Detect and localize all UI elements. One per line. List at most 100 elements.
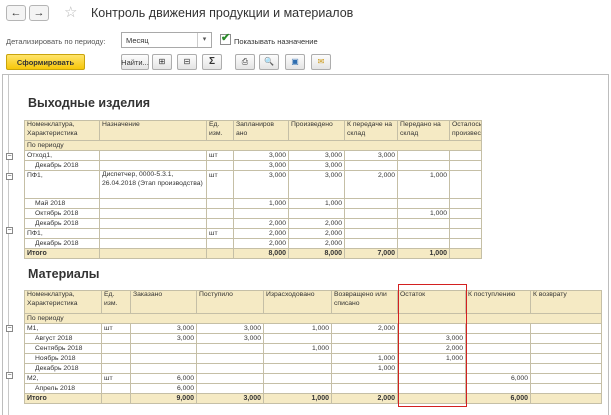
find-button[interactable]: Найти... (121, 54, 149, 70)
table-row[interactable]: Апрель 2018 6,000 (24, 383, 602, 394)
period-select[interactable]: Месяц ▾ (121, 32, 212, 48)
col-header: Поступило (196, 290, 264, 314)
collapse-groups-icon: ⊟ (183, 57, 191, 66)
cell (530, 353, 602, 364)
products-table: Номенклатура, Характеристика Назначение … (24, 120, 482, 259)
cell (99, 238, 207, 249)
cell: 1,000 (263, 393, 332, 404)
cell (344, 218, 398, 229)
cell (331, 373, 398, 384)
cell (449, 198, 482, 209)
save-button[interactable]: ▣ (285, 54, 305, 70)
cell (99, 150, 207, 161)
expand-groups-button[interactable]: ⊞ (152, 54, 172, 70)
table-row[interactable]: Ноябрь 2018 1,000 1,000 (24, 353, 602, 364)
cell (206, 160, 234, 171)
expand-groups-icon: ⊞ (158, 57, 166, 66)
cell: 2,000 (233, 218, 289, 229)
cell (263, 333, 332, 344)
cell: 1,000 (263, 323, 332, 334)
cell: 3,000 (344, 150, 398, 161)
preview-button[interactable]: 🔍 (259, 54, 279, 70)
table-row[interactable]: Декабрь 2018 2,000 2,000 (24, 218, 482, 229)
table-row[interactable]: Август 2018 3,000 3,000 3,000 (24, 333, 602, 344)
envelope-icon: ✉ (317, 57, 325, 66)
col-header: Запланиров ано (233, 120, 289, 141)
table-row[interactable]: ПФ1, Диспетчер, 0000-5.3.1, 26.04.2018 (Э… (24, 170, 482, 199)
table-row[interactable]: Сентябрь 2018 1,000 2,000 (24, 343, 602, 354)
chevron-down-icon[interactable]: ▾ (197, 33, 211, 47)
materials-table: Номенклатура, Характеристика Ед. изм. За… (24, 290, 602, 404)
cell: Декабрь 2018 (24, 363, 102, 374)
table-row[interactable]: М1, шт 3,000 3,000 1,000 2,000 (24, 323, 602, 334)
collapse-toggle-icon[interactable]: − (6, 325, 13, 332)
cell (530, 373, 602, 384)
forward-button[interactable]: → (29, 5, 49, 21)
cell (397, 228, 450, 239)
cell (465, 383, 531, 394)
generate-button[interactable]: Сформировать (6, 54, 85, 70)
cell: Ноябрь 2018 (24, 353, 102, 364)
email-button[interactable]: ✉ (311, 54, 331, 70)
collapse-toggle-icon[interactable]: − (6, 372, 13, 379)
table-row[interactable]: Декабрь 2018 3,000 3,000 (24, 160, 482, 171)
cell: 6,000 (465, 393, 531, 404)
table-row[interactable]: Отход1, шт 3,000 3,000 3,000 (24, 150, 482, 161)
print-button[interactable]: ⎙ (235, 54, 255, 70)
total-row: Итого 9,000 3,000 1,000 2,000 6,000 (24, 393, 602, 404)
show-purpose-checkbox[interactable]: ✔ (220, 32, 231, 45)
cell: Октябрь 2018 (24, 208, 100, 219)
period-value: Месяц (126, 36, 149, 45)
table-row[interactable]: ПФ1, шт 2,000 2,000 (24, 228, 482, 239)
cell (99, 248, 207, 259)
collapse-toggle-icon[interactable]: − (6, 173, 13, 180)
cell: 6,000 (130, 373, 197, 384)
cell: шт (206, 170, 234, 199)
favorite-star-icon[interactable]: ☆ (64, 3, 77, 21)
cell (196, 363, 264, 374)
table-row[interactable]: Декабрь 2018 1,000 (24, 363, 602, 374)
cell: 3,000 (288, 170, 345, 199)
collapse-toggle-icon[interactable]: − (6, 153, 13, 160)
col-header: Назначение (99, 120, 207, 141)
cell (130, 353, 197, 364)
period-label: Детализировать по периоду: (6, 37, 106, 46)
arrow-left-icon: ← (10, 7, 22, 19)
cell: 2,000 (344, 170, 398, 199)
back-button[interactable]: ← (6, 5, 26, 21)
check-icon: ✔ (221, 32, 231, 44)
cell (344, 228, 398, 239)
cell (331, 333, 398, 344)
cell (530, 343, 602, 354)
cell: ПФ1, (24, 228, 100, 239)
cell: 3,000 (288, 150, 345, 161)
sum-button[interactable]: Σ (202, 54, 222, 70)
cell (233, 208, 289, 219)
cell: 2,000 (233, 228, 289, 239)
total-row: Итого 8,000 8,000 7,000 1,000 (24, 248, 482, 259)
cell (449, 248, 482, 259)
cell: 2,000 (331, 323, 398, 334)
table-subheader-row: По периоду (24, 313, 602, 324)
sigma-icon: Σ (208, 56, 215, 67)
subheader-cell: По периоду (24, 140, 482, 151)
table-row[interactable]: М2, шт 6,000 6,000 (24, 373, 602, 384)
collapse-toggle-icon[interactable]: − (6, 227, 13, 234)
cell: 1,000 (233, 198, 289, 209)
cell (130, 343, 197, 354)
cell (397, 160, 450, 171)
col-header: Возвращено или списано (331, 290, 398, 314)
cell (344, 160, 398, 171)
cell (206, 218, 234, 229)
printer-icon: ⎙ (241, 57, 249, 66)
table-row[interactable]: Декабрь 2018 2,000 2,000 (24, 238, 482, 249)
cell (99, 198, 207, 209)
cell (101, 383, 131, 394)
collapse-groups-button[interactable]: ⊟ (177, 54, 197, 70)
cell (449, 218, 482, 229)
show-purpose-label: Показывать назначение (234, 37, 318, 46)
cell (99, 160, 207, 171)
table-row[interactable]: Октябрь 2018 1,000 (24, 208, 482, 219)
cell (344, 198, 398, 209)
table-row[interactable]: Май 2018 1,000 1,000 (24, 198, 482, 209)
